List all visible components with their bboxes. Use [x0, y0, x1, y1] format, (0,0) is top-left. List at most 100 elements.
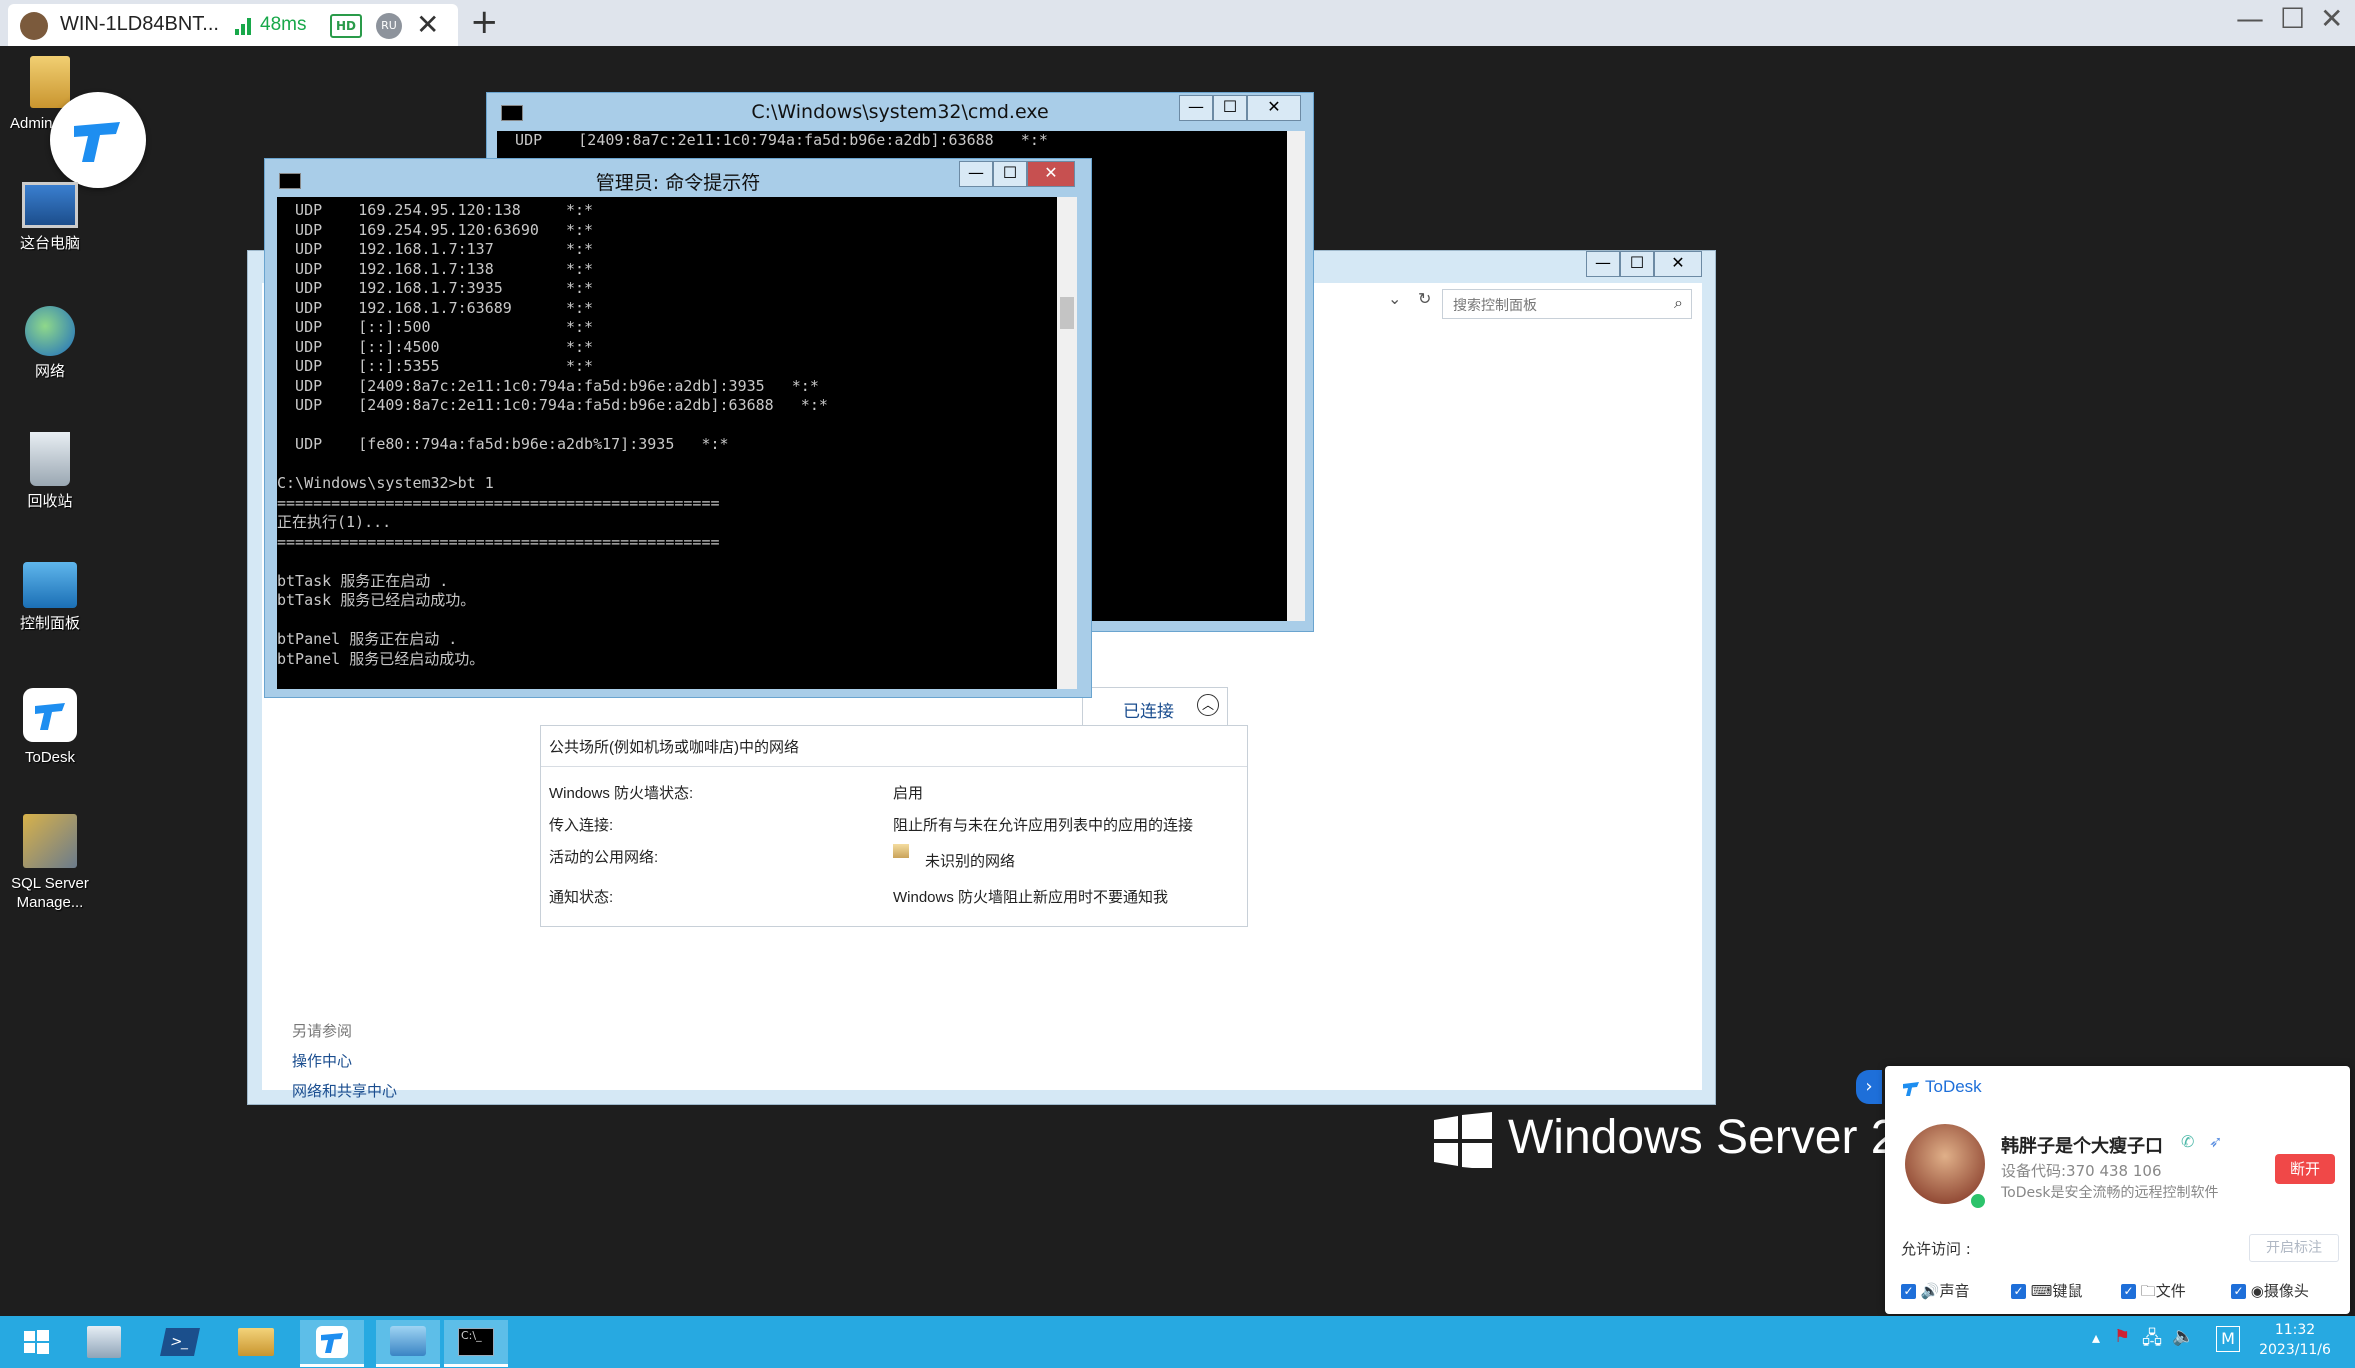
- desktop-icon-todesk[interactable]: ToDesk: [4, 688, 96, 767]
- folder-icon: [238, 1328, 274, 1356]
- session-tab[interactable]: WIN-1LD84BNT... 48ms HD RU ✕: [8, 4, 458, 46]
- network-icon: [25, 306, 75, 356]
- show-hidden-icons[interactable]: ▴: [2092, 1328, 2100, 1347]
- server-manager-button[interactable]: [72, 1320, 136, 1364]
- bench-icon: [893, 844, 909, 858]
- powershell-icon: >_: [160, 1328, 200, 1356]
- recycle-bin-icon: [30, 432, 70, 486]
- allow-access-label: 允许访问 :: [1901, 1240, 1971, 1258]
- permission-file[interactable]: ✓ 🗀文件: [2121, 1280, 2186, 1306]
- maximize-icon[interactable]: ☐: [2280, 2, 2305, 35]
- annotate-button[interactable]: 开启标注: [2249, 1234, 2339, 1262]
- scrollbar-thumb[interactable]: [1060, 297, 1074, 329]
- console-line: UDP [2409:8a7c:2e11:1c0:794a:fa5d:b96e:a…: [277, 396, 828, 414]
- desktop-icon-network[interactable]: 网络: [4, 306, 96, 381]
- ru-badge[interactable]: RU: [376, 13, 402, 39]
- refresh-icon[interactable]: ↻: [1418, 289, 1431, 308]
- maximize-button[interactable]: ☐: [1620, 251, 1654, 277]
- control-panel-taskbar-button[interactable]: [376, 1320, 440, 1367]
- hd-badge[interactable]: HD: [330, 14, 362, 38]
- collapse-icon[interactable]: ︿: [1197, 694, 1219, 716]
- control-panel-icon: [390, 1326, 426, 1356]
- connected-status: 已连接: [1123, 702, 1174, 721]
- clock[interactable]: 11:32 2023/11/6: [2250, 1320, 2340, 1360]
- close-tab-icon[interactable]: ✕: [416, 8, 439, 41]
- sql-server-icon: [23, 814, 77, 868]
- minimize-button[interactable]: —: [959, 161, 993, 187]
- permission-label: 键鼠: [2052, 1282, 2083, 1300]
- address-bar-fragment[interactable]: ⌄ ↻: [1318, 287, 1448, 315]
- disconnect-button[interactable]: 断开: [2275, 1154, 2335, 1184]
- powershell-button[interactable]: >_: [148, 1320, 212, 1364]
- file-explorer-button[interactable]: [224, 1320, 288, 1364]
- notify-value: Windows 防火墙阻止新应用时不要通知我: [893, 889, 1169, 906]
- console-line: UDP 192.168.1.7:3935 *:*: [277, 279, 594, 297]
- console-line: UDP [fe80::794a:fa5d:b96e:a2db%17]:3935 …: [277, 435, 729, 453]
- search-icon[interactable]: ⌕: [1674, 293, 1683, 313]
- desktop-icon-this-pc[interactable]: 这台电脑: [4, 182, 96, 253]
- console-line: UDP [2409:8a7c:2e11:1c0:794a:fa5d:b96e:a…: [277, 376, 819, 395]
- start-button[interactable]: [4, 1320, 68, 1364]
- server-manager-icon: [87, 1326, 121, 1358]
- windows-server-branding: Windows Server 20: [1434, 1108, 1894, 1168]
- scrollbar[interactable]: [1287, 131, 1305, 621]
- todesk-icon: [23, 688, 77, 742]
- close-button[interactable]: ✕: [1247, 95, 1301, 121]
- network-sharing-center-link[interactable]: 网络和共享中心: [292, 1080, 397, 1101]
- search-control-panel-field[interactable]: 搜索控制面板 ⌕: [1442, 289, 1692, 319]
- incoming-label: 传入连接:: [549, 817, 614, 834]
- cmd-admin-console[interactable]: UDP 169.254.95.120:138 *:* UDP 169.254.9…: [277, 197, 1057, 689]
- console-line: 正在执行(1)...: [277, 513, 392, 531]
- minimize-button[interactable]: —: [1179, 95, 1213, 121]
- search-input[interactable]: 搜索控制面板: [1453, 295, 1537, 315]
- desktop-icon-label: 网络: [34, 363, 65, 380]
- permission-keyboard-mouse[interactable]: ✓ ⌨键鼠: [2011, 1280, 2082, 1301]
- desktop-icon-recycle-bin[interactable]: 回收站: [4, 432, 96, 511]
- todesk-floating-button[interactable]: [50, 92, 146, 188]
- console-line: UDP 169.254.95.120:63690 *:*: [277, 220, 594, 239]
- maximize-button[interactable]: ☐: [993, 161, 1027, 187]
- action-center-flag-icon[interactable]: ⚑: [2114, 1326, 2130, 1347]
- cmd-window-admin: 管理员: 命令提示符 — ☐ ✕ UDP 169.254.95.120:138 …: [264, 158, 1092, 698]
- cmd-back-line: UDP [2409:8a7c:2e11:1c0:794a:fa5d:b96e:a…: [497, 131, 1048, 149]
- windows-logo-icon: [1434, 1112, 1492, 1168]
- control-panel-icon: [23, 562, 77, 608]
- permission-camera[interactable]: ✓ ◉摄像头: [2231, 1280, 2309, 1301]
- desktop-icon-label: 回收站: [27, 493, 73, 510]
- todesk-taskbar-button[interactable]: [300, 1320, 364, 1367]
- connection-header[interactable]: 已连接 ︿: [1082, 687, 1228, 726]
- minimize-icon[interactable]: —: [2236, 2, 2264, 35]
- network-tray-icon[interactable]: 🖧: [2142, 1326, 2162, 1356]
- session-title: WIN-1LD84BNT...: [60, 13, 219, 35]
- cmd-taskbar-button[interactable]: C:\_: [444, 1320, 508, 1367]
- chevron-down-icon[interactable]: ⌄: [1388, 289, 1401, 308]
- pointer-icon[interactable]: ➶: [2209, 1132, 2222, 1151]
- close-icon[interactable]: ✕: [2320, 2, 2343, 35]
- permission-label: 摄像头: [2263, 1282, 2309, 1300]
- firewall-state-label: Windows 防火墙状态:: [549, 785, 694, 802]
- phone-icon[interactable]: ✆: [2181, 1132, 2194, 1151]
- close-button[interactable]: ✕: [1027, 161, 1075, 187]
- console-line: btTask 服务正在启动 .: [277, 571, 449, 590]
- new-tab-button[interactable]: +: [470, 2, 499, 42]
- maximize-button[interactable]: ☐: [1213, 95, 1247, 121]
- permission-label: 声音: [1939, 1282, 1970, 1300]
- desktop-icon-control-panel[interactable]: 控制面板: [4, 562, 96, 633]
- desktop-icon-sql-server[interactable]: SQL Server Manage...: [4, 814, 96, 912]
- cmd-icon: C:\_: [458, 1328, 494, 1356]
- permission-label: 文件: [2155, 1282, 2186, 1300]
- clock-time: 11:32: [2274, 1322, 2316, 1338]
- action-center-link[interactable]: 操作中心: [292, 1050, 352, 1071]
- volume-icon[interactable]: 🔈: [2172, 1326, 2194, 1347]
- close-button[interactable]: ✕: [1654, 251, 1702, 277]
- ime-indicator[interactable]: M: [2216, 1326, 2240, 1352]
- todesk-collapse-button[interactable]: ›: [1856, 1070, 1882, 1104]
- permission-sound[interactable]: ✓ 🔊声音: [1901, 1280, 1969, 1301]
- minimize-button[interactable]: —: [1586, 251, 1620, 277]
- scrollbar[interactable]: [1057, 197, 1077, 689]
- console-line: UDP [::]:500 *:*: [277, 318, 594, 336]
- console-line: UDP [::]:5355 *:*: [277, 357, 594, 375]
